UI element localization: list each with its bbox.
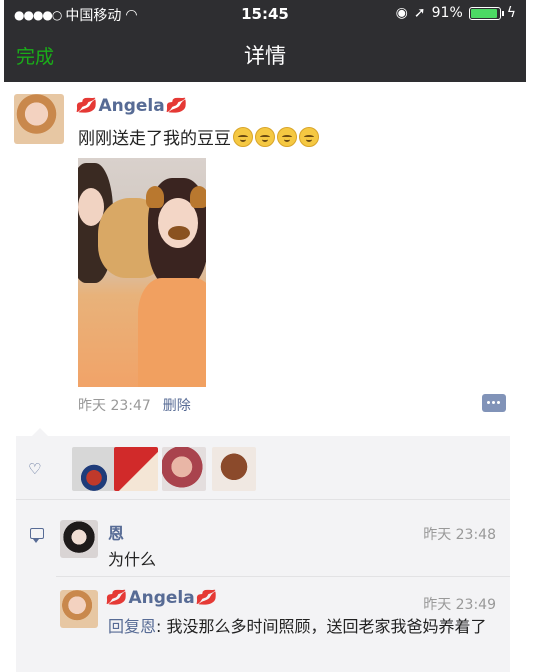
author-name-row[interactable]: 💋 Angela 💋 bbox=[75, 96, 188, 116]
commenter-avatar[interactable] bbox=[60, 520, 98, 558]
delete-button[interactable]: 删除 bbox=[163, 395, 191, 415]
lips-icon: 💋 bbox=[195, 590, 218, 606]
crying-emoji-icon bbox=[255, 126, 275, 147]
battery-icon bbox=[468, 6, 504, 20]
crying-emoji-icon bbox=[233, 126, 253, 147]
post-photo[interactable] bbox=[78, 158, 206, 387]
likes-row: ♡ bbox=[16, 436, 510, 500]
lips-icon: 💋 bbox=[75, 98, 99, 114]
post-text: 刚刚送走了我的豆豆 bbox=[78, 129, 231, 149]
divider bbox=[56, 576, 510, 577]
liker-avatar[interactable] bbox=[162, 447, 206, 491]
heart-icon: ♡ bbox=[28, 460, 42, 478]
location-icon: ➚ bbox=[413, 5, 426, 21]
reply-body: : 我没那么多时间照顾，送回老家我爸妈养着了 bbox=[156, 617, 487, 636]
moment-post: 💋 Angela 💋 刚刚送走了我的豆豆 昨天 23:47 删除 bbox=[4, 82, 526, 427]
post-time: 昨天 23:47 bbox=[78, 398, 151, 414]
comment-action-button[interactable] bbox=[482, 394, 506, 412]
rotation-lock-icon: ◉ bbox=[395, 5, 408, 21]
comment-icon bbox=[30, 528, 44, 543]
crying-emoji-icon bbox=[299, 126, 319, 147]
author-name: Angela bbox=[98, 96, 165, 116]
liker-avatar[interactable] bbox=[72, 447, 116, 491]
commenter-avatar[interactable] bbox=[60, 590, 98, 628]
reply-prefix: 回复 bbox=[108, 617, 141, 636]
comment-text: 为什么 bbox=[108, 550, 157, 569]
battery-percent: 91% bbox=[431, 5, 463, 21]
author-avatar[interactable] bbox=[14, 94, 64, 144]
commenter-name[interactable]: 恩 bbox=[108, 520, 124, 544]
wechat-moments-detail: ●●●●○ 中国移动 ◠ 15:45 ◉ ➚ 91% ϟ 完成 详情 💋 Ang… bbox=[4, 0, 526, 672]
reply-target[interactable]: 恩 bbox=[140, 617, 156, 636]
comment-time: 昨天 23:48 bbox=[423, 527, 496, 543]
post-meta: 昨天 23:47 删除 bbox=[78, 395, 191, 415]
top-bar: ●●●●○ 中国移动 ◠ 15:45 ◉ ➚ 91% ϟ 完成 详情 bbox=[4, 0, 526, 82]
liker-avatar[interactable] bbox=[114, 447, 158, 491]
lips-icon: 💋 bbox=[165, 98, 188, 114]
commenter-name: Angela bbox=[128, 588, 195, 608]
crying-emoji-icon bbox=[277, 126, 297, 147]
charging-icon: ϟ bbox=[506, 5, 516, 21]
interaction-panel: ♡ 恩 昨天 23:48 为什么 💋 Angela 💋 昨天 23:49 回复恩… bbox=[16, 428, 510, 672]
nav-bar: 完成 详情 bbox=[4, 28, 526, 82]
page-title: 详情 bbox=[244, 44, 286, 68]
post-text-row: 刚刚送走了我的豆豆 bbox=[78, 124, 319, 149]
commenter-name-row[interactable]: 💋 Angela 💋 bbox=[105, 588, 218, 608]
lips-icon: 💋 bbox=[105, 590, 129, 606]
status-bar: ●●●●○ 中国移动 ◠ 15:45 ◉ ➚ 91% ϟ bbox=[4, 0, 526, 28]
liker-avatar[interactable] bbox=[212, 447, 256, 491]
comment-time: 昨天 23:49 bbox=[423, 597, 496, 613]
comment-text: 回复恩: 我没那么多时间照顾，送回老家我爸妈养着了 bbox=[108, 616, 494, 638]
